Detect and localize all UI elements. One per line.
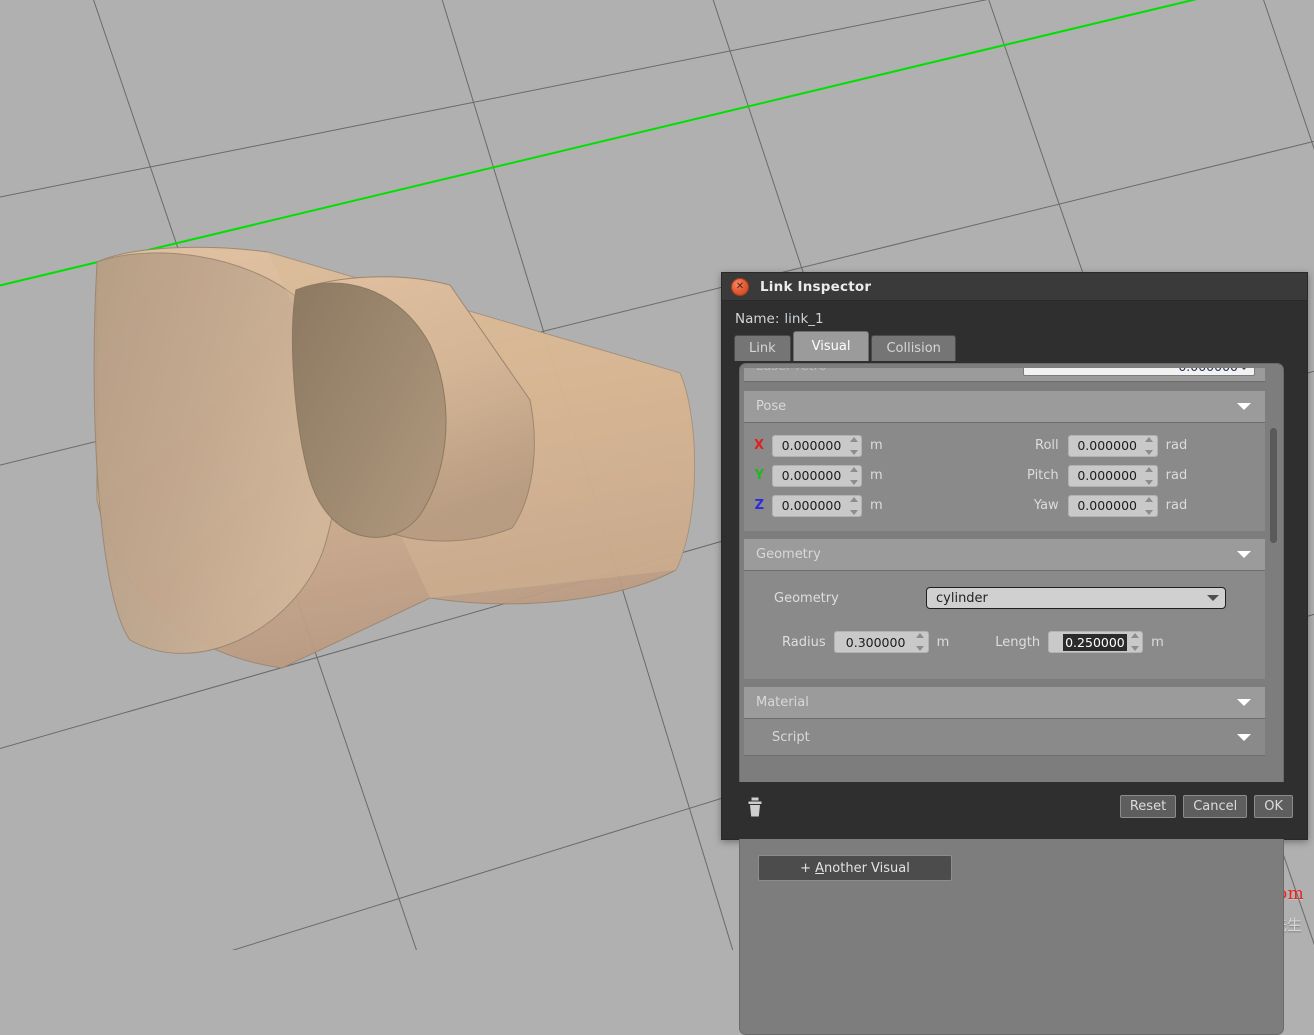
laser-retro-spinbox[interactable]: 0.000000 [1023,368,1255,376]
cancel-button[interactable]: Cancel [1183,795,1248,818]
spacer-1 [744,382,1265,391]
panel-scrollbar-thumb[interactable] [1270,428,1277,543]
geometry-group-header[interactable]: Geometry [744,539,1265,571]
panel-scroll-clip: Laser retro 0.000000 Pose [744,368,1281,998]
length-value: 0.250000 [1063,633,1127,651]
spacer-2 [744,531,1265,539]
geometry-group-body: Geometry cylinder Radius 0.300000 m Leng… [744,571,1265,679]
dialog-titlebar[interactable]: ✕ Link Inspector [722,273,1307,301]
close-icon[interactable]: ✕ [731,277,749,296]
dialog-title: Link Inspector [760,278,872,295]
spinner-arrows-icon[interactable] [849,496,858,515]
pose-yaw-unit: rad [1165,498,1188,513]
add-another-visual-label: + Another Visual [800,860,910,876]
spinner-arrows-icon[interactable] [1145,436,1154,455]
dialog-footer: Reset Cancel OK [722,782,1307,839]
panel-scroll-content: Laser retro 0.000000 Pose [744,368,1265,756]
pitch-label: Pitch [1027,468,1059,483]
radius-label: Radius [782,634,826,650]
roll-label: Roll [1035,438,1059,453]
pose-group-label: Pose [756,399,787,414]
pose-z-spinbox[interactable]: 0.000000 [772,494,862,517]
chevron-down-icon [1237,551,1251,558]
chevron-down-icon [1207,595,1219,601]
axis-label-z: Z [754,498,764,513]
laser-retro-row[interactable]: Laser retro 0.000000 [744,368,1265,382]
pose-x-spinbox[interactable]: 0.000000 [772,434,862,457]
spinner-arrows-icon[interactable] [849,466,858,485]
pose-z-value: 0.000000 [781,498,842,513]
material-script-header[interactable]: Script [744,719,1265,756]
pose-pitch-unit: rad [1165,468,1188,483]
pose-x-value: 0.000000 [781,438,842,453]
pose-pitch-value: 0.000000 [1077,468,1137,483]
trash-icon[interactable] [746,797,764,817]
pose-y-value: 0.000000 [781,468,842,483]
spinner-arrows-icon[interactable] [916,633,925,651]
pose-roll-value: 0.000000 [1077,438,1137,453]
pose-pitch-spinbox[interactable]: 0.000000 [1067,464,1158,487]
length-unit: m [1151,634,1164,650]
link-name-value: link_1 [784,311,824,327]
geometry-shape-select[interactable]: cylinder [926,587,1226,609]
pose-y-spinbox[interactable]: 0.000000 [772,464,862,487]
pose-yaw-spinbox[interactable]: 0.000000 [1067,494,1158,517]
geometry-shape-row: Geometry cylinder [744,583,1265,613]
tab-visual[interactable]: Visual [792,331,870,361]
visual-properties-panel: Laser retro 0.000000 Pose [739,363,1284,1035]
pose-roll-spinbox[interactable]: 0.000000 [1067,434,1158,457]
chevron-down-icon [1237,403,1251,410]
inner-cylinder [291,276,535,542]
material-script-label: Script [772,729,810,745]
pose-row-z: Z 0.000000 m Yaw 0.000000 rad [744,491,1265,520]
pose-yaw-value: 0.000000 [1077,498,1137,513]
radius-spinbox[interactable]: 0.300000 [833,631,929,653]
tab-collision[interactable]: Collision [871,335,956,361]
pose-group-header[interactable]: Pose [744,391,1265,423]
spinner-arrows-icon[interactable] [849,436,858,455]
material-group-label: Material [756,695,809,710]
yaw-label: Yaw [1033,498,1059,513]
chevron-down-icon [1237,733,1251,741]
length-spinbox[interactable]: 0.250000 [1048,631,1144,653]
geometry-shape-value: cylinder [936,590,988,606]
length-label: Length [995,634,1041,650]
laser-retro-value: 0.000000 [1030,368,1238,374]
spinner-arrows-icon[interactable] [1145,466,1154,485]
geometry-field-label: Geometry [774,590,839,606]
pose-row-y: Y 0.000000 m Pitch 0.000000 rad [744,461,1265,490]
radius-unit: m [936,634,950,650]
material-group-header[interactable]: Material [744,687,1265,719]
link-inspector-dialog: ✕ Link Inspector Name: link_1 Link Visual… [721,272,1308,1035]
panel-scrollbar[interactable] [1268,368,1279,998]
tabbar: Link Visual Collision [734,331,1307,361]
dialog-action-buttons: Reset Cancel OK [1119,795,1293,818]
tab-link[interactable]: Link [734,335,791,361]
pose-row-x: X 0.000000 m Roll 0.000000 rad [744,431,1265,460]
chevron-down-icon [1238,368,1250,370]
chevron-down-icon [1237,699,1251,706]
pose-x-unit: m [870,438,883,453]
laser-retro-label: Laser retro [756,368,827,374]
geometry-dimensions-row: Radius 0.300000 m Length 0.250000 m [744,627,1265,657]
spinner-arrows-icon[interactable] [1130,633,1139,651]
pose-y-unit: m [870,468,883,483]
axis-label-y: Y [754,468,764,483]
pose-group-body: X 0.000000 m Roll 0.000000 rad Y 0.00000… [744,423,1265,531]
spinner-arrows-icon[interactable] [1145,496,1154,515]
link-name-row: Name: link_1 [722,301,1307,327]
reset-button[interactable]: Reset [1119,795,1177,818]
spacer-3 [744,679,1265,687]
geometry-group-label: Geometry [756,547,821,562]
link-name-label: Name: [735,311,780,327]
pose-roll-unit: rad [1165,438,1188,453]
add-another-visual-button[interactable]: + Another Visual [758,855,952,881]
panel-frame: Laser retro 0.000000 Pose [739,363,1284,1035]
axis-label-x: X [753,438,764,453]
radius-value: 0.300000 [845,634,906,650]
pose-z-unit: m [870,498,883,513]
ok-button[interactable]: OK [1254,795,1293,818]
